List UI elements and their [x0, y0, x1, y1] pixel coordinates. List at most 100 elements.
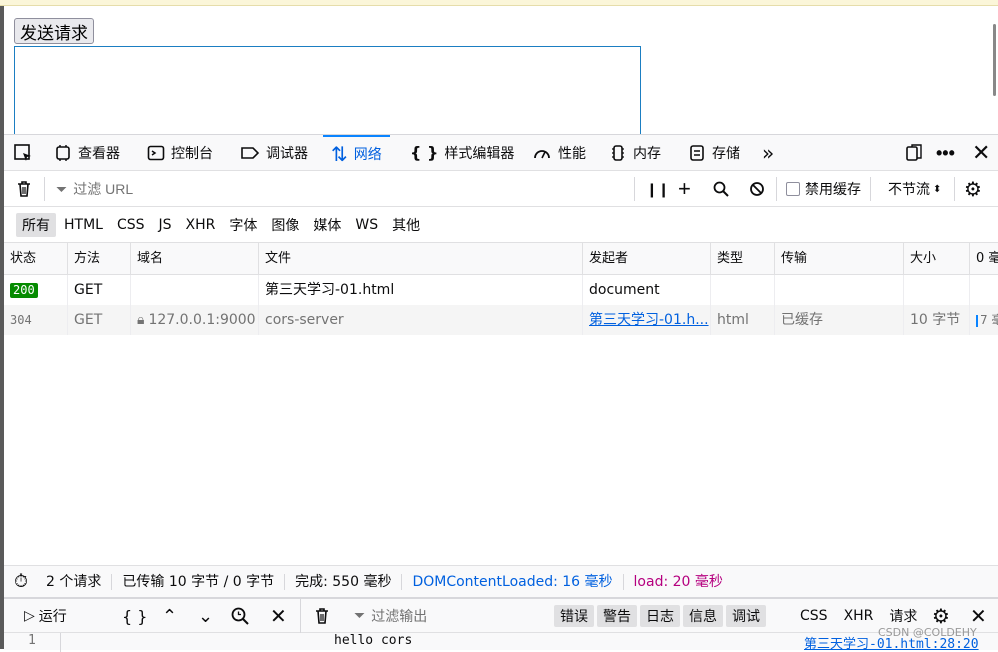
updown-chevron-icon: ⬍ [933, 183, 942, 195]
type-filter-js[interactable]: JS [153, 215, 178, 235]
add-request-icon[interactable]: + [678, 171, 691, 207]
console-icon [147, 145, 165, 161]
run-button[interactable]: ▷ 运行 [24, 599, 67, 633]
stopwatch-icon[interactable]: ⏱ [4, 571, 36, 592]
tab-network[interactable]: ⇅ 网络 [323, 135, 390, 171]
timeline-cell: 7 毫 [970, 305, 998, 335]
type-filter-media[interactable]: 媒体 [307, 213, 347, 237]
tab-label: 样式编辑器 [444, 146, 515, 162]
editor-line-number: 1 [28, 633, 36, 648]
pretty-print-icon[interactable]: { } [122, 599, 147, 633]
tab-label: 控制台 [171, 146, 213, 162]
throttle-select[interactable]: 不节流 ⬍ [888, 171, 941, 207]
domain-cell [131, 275, 259, 305]
tab-label: 存储 [712, 146, 740, 162]
clear-requests-icon[interactable] [14, 171, 34, 207]
type-filter-other[interactable]: 其他 [386, 213, 426, 237]
devtools-panel: 查看器 控制台 调试器 ⇅ 网络 { } 样式编辑器 性能 内存 存储 » ••… [4, 134, 998, 652]
console-toolbar: ▷ 运行 { } ⌃ ⌄ ✕ ⏷ 过滤输出 错误 警告 日志 信息 调试 CSS… [4, 599, 998, 633]
chevron-up-icon[interactable]: ⌃ [162, 599, 177, 633]
type-filter-ws[interactable]: WS [349, 215, 384, 235]
type-filter-xhr[interactable]: XHR [180, 215, 222, 235]
chevron-down-icon[interactable]: ⌄ [198, 599, 213, 633]
column-initiator[interactable]: 发起者 [583, 243, 711, 275]
inspector-icon [56, 145, 70, 161]
clear-console-icon[interactable] [312, 599, 332, 633]
column-size[interactable]: 大小 [904, 243, 970, 275]
divider [634, 177, 635, 201]
divider [954, 177, 955, 201]
method-cell: GET [68, 275, 131, 305]
send-request-button[interactable]: 发送请求 [14, 18, 94, 44]
tab-performance[interactable]: 性能 [532, 135, 586, 171]
filter-debug[interactable]: 调试 [726, 605, 766, 627]
lock-icon: 🔒︎ [137, 312, 145, 328]
type-filter-all[interactable]: 所有 [16, 212, 56, 237]
filter-requests[interactable]: 请求 [889, 606, 917, 626]
more-tools-chevron-icon[interactable]: » [762, 135, 774, 171]
column-type[interactable]: 类型 [711, 243, 775, 275]
element-picker-button[interactable] [12, 135, 34, 171]
size-cell: 10 字节 [904, 305, 970, 335]
filter-warnings[interactable]: 警告 [597, 605, 637, 627]
column-domain[interactable]: 域名 [131, 243, 259, 275]
tab-inspector[interactable]: 查看器 [54, 135, 120, 171]
web-page: 发送请求 [4, 6, 996, 138]
column-status[interactable]: 状态 [4, 243, 68, 275]
play-icon: ▷ [24, 608, 35, 624]
filter-errors[interactable]: 错误 [554, 605, 594, 627]
block-requests-icon[interactable] [748, 171, 766, 207]
reverse-search-icon[interactable] [230, 599, 250, 633]
column-file[interactable]: 文件 [259, 243, 583, 275]
tab-label: 内存 [633, 146, 661, 162]
console-filter-input[interactable]: ⏷ 过滤输出 [354, 599, 427, 633]
tab-style-editor[interactable]: { } 样式编辑器 [410, 135, 514, 171]
more-options-icon[interactable]: ••• [936, 135, 955, 171]
filter-url-input[interactable]: ⏷ 过滤 URL [56, 171, 626, 207]
tab-console[interactable]: 控制台 [147, 135, 213, 171]
page-scrollbar[interactable] [993, 24, 996, 96]
network-icon: ⇅ [331, 142, 348, 166]
console-filter-placeholder: 过滤输出 [371, 609, 428, 625]
column-timeline[interactable]: 0 毫 [970, 243, 998, 275]
table-row[interactable]: 200 GET 第三天学习-01.html document [4, 275, 998, 305]
column-transfer[interactable]: 传输 [775, 243, 904, 275]
transfer-cell [775, 275, 904, 305]
initiator-link[interactable]: 第三天学习-01.h... [589, 312, 709, 328]
initiator-cell: document [583, 275, 711, 305]
search-icon[interactable] [712, 171, 730, 207]
type-filter-html[interactable]: HTML [58, 215, 109, 235]
checkbox-box[interactable] [786, 182, 800, 196]
filter-css[interactable]: CSS [800, 608, 828, 624]
throttle-value: 不节流 [888, 181, 930, 197]
network-settings-gear-icon[interactable]: ⚙ [964, 171, 982, 207]
filter-xhr[interactable]: XHR [844, 608, 874, 624]
result-textarea[interactable] [14, 46, 641, 138]
disable-cache-checkbox[interactable]: 禁用缓存 [786, 171, 861, 207]
filter-icon: ⏷ [56, 180, 68, 197]
request-count: 2 个请求 [36, 573, 113, 590]
pause-icon[interactable]: ❙❙ [646, 171, 669, 207]
tab-storage[interactable]: 存储 [688, 135, 740, 171]
dock-options-icon[interactable] [904, 135, 924, 171]
column-method[interactable]: 方法 [68, 243, 131, 275]
close-devtools-icon[interactable]: ✕ [972, 135, 990, 171]
devtools-toolbar: 查看器 控制台 调试器 ⇅ 网络 { } 样式编辑器 性能 内存 存储 » ••… [4, 135, 998, 171]
file-cell: cors-server [259, 305, 583, 335]
close-editor-icon[interactable]: ✕ [270, 599, 287, 633]
status-cell: 200 [4, 275, 68, 305]
filter-info[interactable]: 信息 [683, 605, 723, 627]
file-cell: 第三天学习-01.html [259, 275, 583, 305]
filter-logs[interactable]: 日志 [640, 605, 680, 627]
tab-memory[interactable]: 内存 [609, 135, 661, 171]
run-label: 运行 [38, 609, 67, 625]
status-cell: 304 [4, 305, 68, 335]
filter-icon: ⏷ [354, 608, 366, 624]
load-time: load: 20 毫秒 [633, 573, 723, 590]
table-row[interactable]: 304 GET 🔒︎ 127.0.0.1:9000 cors-server 第三天… [4, 305, 998, 335]
type-filter-images[interactable]: 图像 [265, 213, 305, 237]
tab-debugger[interactable]: 调试器 [240, 135, 308, 171]
method-cell: GET [68, 305, 131, 335]
type-filter-fonts[interactable]: 字体 [223, 213, 263, 237]
type-filter-css[interactable]: CSS [111, 215, 151, 235]
